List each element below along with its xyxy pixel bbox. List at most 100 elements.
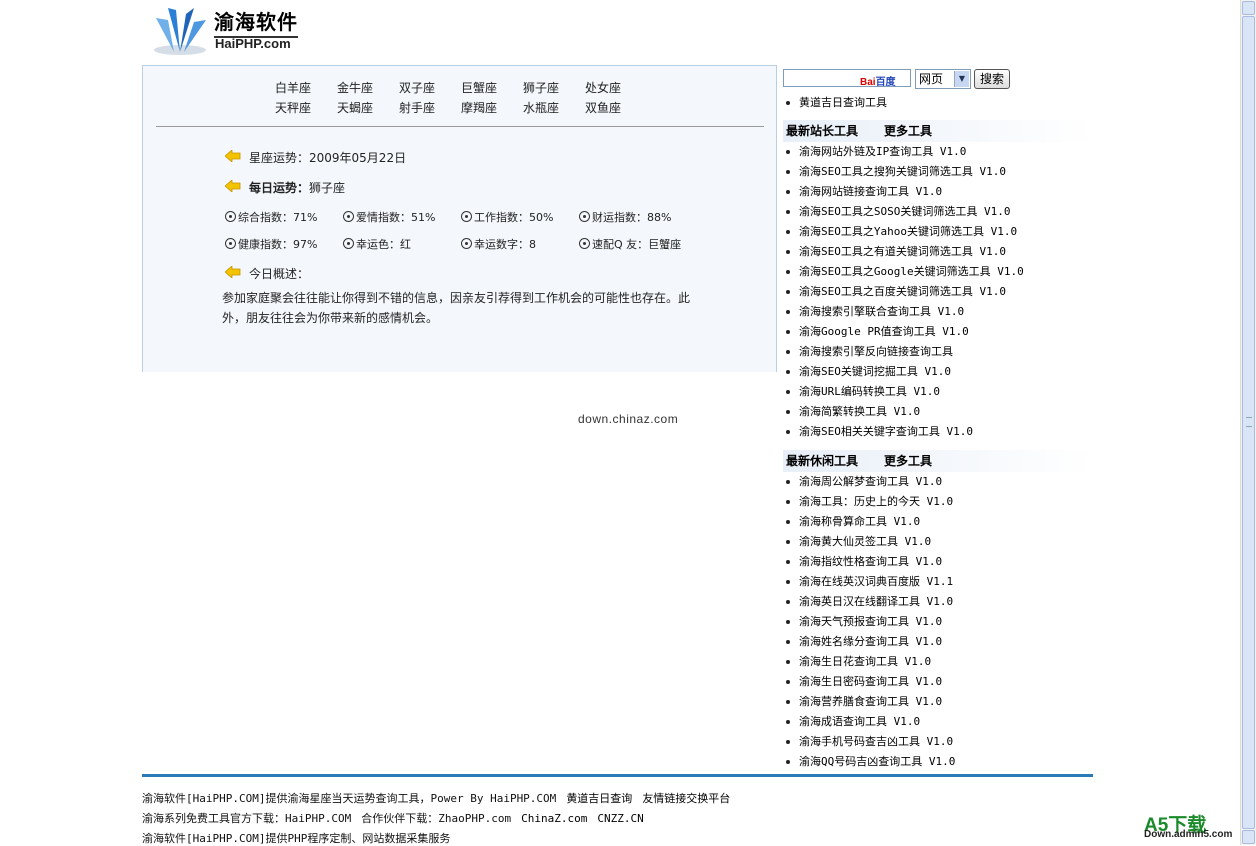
tool-link[interactable]: 渝海简繁转换工具 V1.0 bbox=[799, 405, 920, 418]
search-button[interactable]: 搜索 bbox=[974, 69, 1010, 89]
bullet-circle-icon bbox=[461, 238, 472, 249]
tool-link[interactable]: 渝海英日汉在线翻译工具 V1.0 bbox=[799, 595, 953, 608]
list-item[interactable]: 渝海工具：历史上的今天 V1.0 bbox=[785, 492, 955, 512]
list-item[interactable]: 渝海SEO工具之SOSO关键词筛选工具 V1.0 bbox=[785, 202, 1024, 222]
zodiac-link-gemini[interactable]: 双子座 bbox=[399, 79, 461, 96]
list-item[interactable]: 渝海SEO工具之有道关键词筛选工具 V1.0 bbox=[785, 242, 1024, 262]
tool-link[interactable]: 渝海SEO工具之有道关键词筛选工具 V1.0 bbox=[799, 245, 1006, 258]
webmaster-tools-header: 最新站长工具 更多工具 bbox=[783, 120, 1093, 142]
footer-line-2: 渝海系列免费工具官方下载：HaiPHP.COM 合作伙伴下载：ZhaoPHP.co… bbox=[142, 812, 644, 825]
tool-link[interactable]: 渝海指纹性格查询工具 V1.0 bbox=[799, 555, 942, 568]
list-item[interactable]: 渝海网站链接查询工具 V1.0 bbox=[785, 182, 1024, 202]
fortune-date: 星座运势：2009年05月22日 bbox=[249, 151, 407, 165]
list-item[interactable]: 黄道吉日查询工具 bbox=[785, 93, 887, 113]
list-item[interactable]: 渝海SEO工具之Yahoo关键词筛选工具 V1.0 bbox=[785, 222, 1024, 242]
tool-link[interactable]: 渝海营养膳食查询工具 V1.0 bbox=[799, 695, 942, 708]
list-item[interactable]: 渝海SEO相关关键字查询工具 V1.0 bbox=[785, 422, 1024, 442]
tool-link[interactable]: 渝海Google PR值查询工具 V1.0 bbox=[799, 325, 969, 338]
list-item[interactable]: 渝海简繁转换工具 V1.0 bbox=[785, 402, 1024, 422]
list-item[interactable]: 渝海姓名缘分查询工具 V1.0 bbox=[785, 632, 955, 652]
tool-link[interactable]: 渝海SEO工具之Google关键词筛选工具 V1.0 bbox=[799, 265, 1024, 278]
zodiac-link-aries[interactable]: 白羊座 bbox=[275, 79, 337, 96]
tool-link[interactable]: 渝海搜索引擎反向链接查询工具 bbox=[799, 345, 953, 358]
zodiac-link-libra[interactable]: 天秤座 bbox=[275, 99, 337, 116]
tool-link[interactable]: 渝海SEO工具之SOSO关键词筛选工具 V1.0 bbox=[799, 205, 1010, 218]
panel-divider bbox=[156, 126, 764, 127]
tool-link[interactable]: 渝海SEO相关关键字查询工具 V1.0 bbox=[799, 425, 973, 438]
zodiac-link-aquarius[interactable]: 水瓶座 bbox=[523, 99, 585, 116]
more-tools-link[interactable]: 更多工具 bbox=[884, 124, 932, 138]
tool-link[interactable]: 渝海QQ号码吉凶查询工具 V1.0 bbox=[799, 755, 955, 768]
footer-friendlink-link[interactable]: 友情链接交换平台 bbox=[642, 792, 730, 805]
tool-link[interactable]: 渝海SEO工具之百度关键词筛选工具 V1.0 bbox=[799, 285, 1006, 298]
tool-link[interactable]: 渝海工具：历史上的今天 V1.0 bbox=[799, 495, 953, 508]
lucky-color: 幸运色：红 bbox=[343, 236, 411, 252]
extra-link-list: 黄道吉日查询工具 bbox=[785, 93, 887, 113]
zodiac-link-cancer[interactable]: 巨蟹座 bbox=[461, 79, 523, 96]
tool-link[interactable]: 渝海SEO工具之搜狗关键词筛选工具 V1.0 bbox=[799, 165, 1006, 178]
list-item[interactable]: 渝海SEO工具之Google关键词筛选工具 V1.0 bbox=[785, 262, 1024, 282]
scroll-thumb[interactable] bbox=[1242, 16, 1255, 829]
list-item[interactable]: 渝海黄大仙灵签工具 V1.0 bbox=[785, 532, 955, 552]
tool-link[interactable]: 渝海天气预报查询工具 V1.0 bbox=[799, 615, 942, 628]
footer-cnzz-link[interactable]: CNZZ.CN bbox=[597, 812, 643, 825]
list-item[interactable]: 渝海成语查询工具 V1.0 bbox=[785, 712, 955, 732]
list-item[interactable]: 渝海搜索引擎联合查询工具 V1.0 bbox=[785, 302, 1024, 322]
zodiac-link-taurus[interactable]: 金牛座 bbox=[337, 79, 399, 96]
zodiac-link-leo[interactable]: 狮子座 bbox=[523, 79, 585, 96]
tool-link[interactable]: 渝海网站链接查询工具 V1.0 bbox=[799, 185, 942, 198]
tool-link[interactable]: 渝海姓名缘分查询工具 V1.0 bbox=[799, 635, 942, 648]
zodiac-link-pisces[interactable]: 双鱼座 bbox=[585, 99, 647, 116]
tool-link[interactable]: 渝海生日密码查询工具 V1.0 bbox=[799, 675, 942, 688]
tool-link[interactable]: 渝海搜索引擎联合查询工具 V1.0 bbox=[799, 305, 964, 318]
list-item[interactable]: 渝海指纹性格查询工具 V1.0 bbox=[785, 552, 955, 572]
list-item[interactable]: 渝海在线英汉词典百度版 V1.1 bbox=[785, 572, 955, 592]
list-item[interactable]: 渝海生日花查询工具 V1.0 bbox=[785, 652, 955, 672]
zodiac-link-scorpio[interactable]: 天蝎座 bbox=[337, 99, 399, 116]
list-item[interactable]: 渝海SEO工具之百度关键词筛选工具 V1.0 bbox=[785, 282, 1024, 302]
zodiac-link-sagittarius[interactable]: 射手座 bbox=[399, 99, 461, 116]
list-item[interactable]: 渝海称骨算命工具 V1.0 bbox=[785, 512, 955, 532]
scroll-down-icon[interactable] bbox=[1242, 830, 1255, 844]
tool-link[interactable]: 渝海周公解梦查询工具 V1.0 bbox=[799, 475, 942, 488]
list-item[interactable]: 渝海周公解梦查询工具 V1.0 bbox=[785, 472, 955, 492]
arrow-left-icon bbox=[225, 180, 241, 192]
list-item[interactable]: 渝海营养膳食查询工具 V1.0 bbox=[785, 692, 955, 712]
tool-link[interactable]: 渝海URL编码转换工具 V1.0 bbox=[799, 385, 940, 398]
list-item[interactable]: 渝海搜索引擎反向链接查询工具 bbox=[785, 342, 1024, 362]
bullet-circle-icon bbox=[225, 211, 236, 222]
bullet-circle-icon bbox=[461, 211, 472, 222]
footer-chinaz-link[interactable]: ChinaZ.com bbox=[521, 812, 587, 825]
footer-almanac-link[interactable]: 黄道吉日查询 bbox=[566, 792, 632, 805]
list-item[interactable]: 渝海网站外链及IP查询工具 V1.0 bbox=[785, 142, 1024, 162]
list-item[interactable]: 渝海SEO关键词挖掘工具 V1.0 bbox=[785, 362, 1024, 382]
zodiac-link-capricorn[interactable]: 摩羯座 bbox=[461, 99, 523, 116]
list-item[interactable]: 渝海URL编码转换工具 V1.0 bbox=[785, 382, 1024, 402]
tool-link[interactable]: 渝海网站外链及IP查询工具 V1.0 bbox=[799, 145, 966, 158]
tool-link[interactable]: 渝海SEO关键词挖掘工具 V1.0 bbox=[799, 365, 951, 378]
list-item[interactable]: 渝海QQ号码吉凶查询工具 V1.0 bbox=[785, 752, 955, 772]
list-item[interactable]: 渝海Google PR值查询工具 V1.0 bbox=[785, 322, 1024, 342]
list-item[interactable]: 渝海生日密码查询工具 V1.0 bbox=[785, 672, 955, 692]
section-title: 最新站长工具 bbox=[786, 124, 859, 138]
tool-link[interactable]: 渝海SEO工具之Yahoo关键词筛选工具 V1.0 bbox=[799, 225, 1017, 238]
vertical-scrollbar[interactable] bbox=[1240, 0, 1256, 845]
baidu-logo: Bai百度 bbox=[860, 77, 896, 88]
list-item[interactable]: 渝海英日汉在线翻译工具 V1.0 bbox=[785, 592, 955, 612]
more-tools-link[interactable]: 更多工具 bbox=[884, 454, 932, 468]
tool-link[interactable]: 渝海在线英汉词典百度版 V1.1 bbox=[799, 575, 953, 588]
tool-link[interactable]: 渝海称骨算命工具 V1.0 bbox=[799, 515, 920, 528]
zodiac-link-virgo[interactable]: 处女座 bbox=[585, 79, 647, 96]
list-item[interactable]: 渝海天气预报查询工具 V1.0 bbox=[785, 612, 955, 632]
list-item[interactable]: 渝海SEO工具之搜狗关键词筛选工具 V1.0 bbox=[785, 162, 1024, 182]
tool-link[interactable]: 渝海黄大仙灵签工具 V1.0 bbox=[799, 535, 931, 548]
list-item[interactable]: 渝海手机号码查吉凶工具 V1.0 bbox=[785, 732, 955, 752]
chevron-down-icon: ▼ bbox=[954, 71, 969, 87]
a5-watermark-subtitle: Down.admin5.com bbox=[1144, 829, 1233, 840]
tool-link[interactable]: 渝海手机号码查吉凶工具 V1.0 bbox=[799, 735, 953, 748]
scroll-up-icon[interactable] bbox=[1242, 1, 1255, 15]
tool-link[interactable]: 渝海生日花查询工具 V1.0 bbox=[799, 655, 931, 668]
tool-link[interactable]: 渝海成语查询工具 V1.0 bbox=[799, 715, 920, 728]
almanac-tool-link[interactable]: 黄道吉日查询工具 bbox=[799, 96, 887, 109]
search-type-select[interactable]: 网页 ▼ bbox=[915, 69, 971, 89]
